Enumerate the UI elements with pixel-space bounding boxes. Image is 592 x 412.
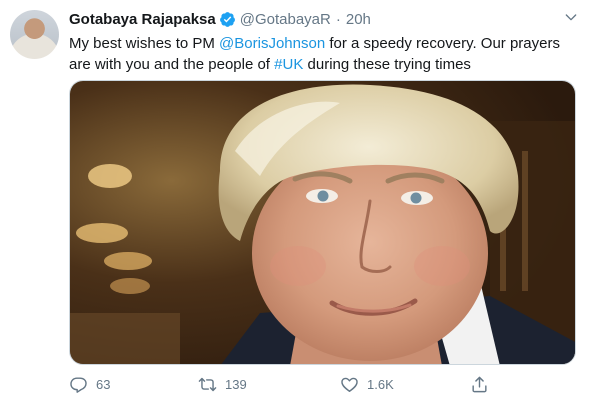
- retweet-button[interactable]: 139: [198, 372, 247, 396]
- share-button[interactable]: [470, 372, 489, 396]
- hashtag-link[interactable]: #UK: [274, 56, 303, 73]
- reply-button[interactable]: 63: [69, 372, 110, 396]
- photo-portrait: [70, 81, 575, 364]
- avatar[interactable]: [10, 10, 59, 59]
- heart-icon: [341, 377, 358, 392]
- separator-dot: ·: [335, 10, 341, 28]
- like-button[interactable]: 1.6K: [340, 372, 394, 396]
- tweet-text-part: My best wishes to PM: [69, 35, 220, 52]
- reply-icon: [70, 376, 87, 393]
- mention-link[interactable]: @BorisJohnson: [219, 35, 325, 52]
- verified-badge-icon: [219, 11, 235, 27]
- chevron-down-icon[interactable]: [563, 9, 579, 25]
- author-handle[interactable]: @GotabayaR: [240, 11, 331, 28]
- tweet-card[interactable]: Gotabaya Rajapaksa @GotabayaR · 20h My b…: [0, 0, 592, 412]
- author-name[interactable]: Gotabaya Rajapaksa: [69, 11, 216, 28]
- retweet-count: 139: [225, 376, 247, 392]
- tweet-text-part: during these trying times: [303, 56, 471, 73]
- retweet-icon: [198, 377, 217, 391]
- like-count: 1.6K: [367, 376, 394, 392]
- share-icon: [472, 376, 487, 392]
- reply-count: 63: [96, 376, 111, 392]
- tweet-header: Gotabaya Rajapaksa @GotabayaR · 20h: [69, 8, 371, 30]
- tweet-photo[interactable]: [69, 80, 576, 365]
- tweet-actions: 63 139 1.6K: [69, 372, 584, 396]
- tweet-text: My best wishes to PM @BorisJohnson for a…: [69, 33, 584, 75]
- tweet-timestamp[interactable]: 20h: [346, 11, 371, 28]
